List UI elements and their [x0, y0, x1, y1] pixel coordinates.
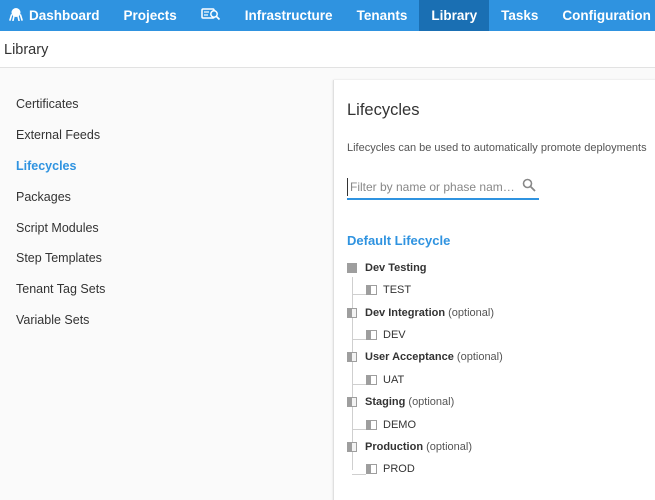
environment-prod: PROD [383, 463, 415, 475]
environment-icon [366, 375, 377, 385]
phase-icon [347, 263, 357, 273]
tree-branch-line [352, 429, 366, 430]
nav-tasks[interactable]: Tasks [489, 0, 550, 31]
tree-branch-line [352, 294, 366, 295]
optional-tag: (optional) [426, 441, 472, 453]
lifecycle-phase-tree: Dev Testing TEST Dev Integration (option… [334, 80, 655, 500]
environment-dev: DEV [383, 329, 406, 341]
sidebar-item-script-modules[interactable]: Script Modules [16, 221, 99, 235]
octopus-logo-icon [9, 7, 23, 24]
optional-tag: (optional) [408, 396, 455, 408]
phase-name: Production [365, 441, 424, 453]
phase-name: Dev Integration [365, 307, 446, 319]
lifecycles-panel: Lifecycles Lifecycles can be used to aut… [333, 80, 655, 500]
nav-configuration[interactable]: Configuration [550, 0, 655, 31]
environment-icon [366, 464, 377, 474]
nav-projects[interactable]: Projects [112, 0, 189, 31]
library-sidebar: Certificates External Feeds Lifecycles P… [0, 68, 332, 500]
nav-dashboard-label: Dashboard [29, 8, 100, 23]
page-header: Library [0, 31, 655, 68]
phase-name: Dev Testing [365, 262, 427, 274]
sidebar-item-tenant-tag-sets[interactable]: Tenant Tag Sets [16, 282, 105, 296]
phase-staging: Staging (optional) [365, 396, 454, 408]
sidebar-item-external-feeds[interactable]: External Feeds [16, 128, 100, 142]
environment-test: TEST [383, 284, 412, 296]
tree-branch-line [352, 384, 366, 385]
phase-user-acceptance: User Acceptance (optional) [365, 351, 503, 363]
nav-tenants[interactable]: Tenants [345, 0, 420, 31]
phase-icon [347, 397, 357, 407]
phase-dev-testing: Dev Testing [365, 262, 427, 274]
machines-search-icon [201, 7, 221, 24]
nav-infrastructure[interactable]: Infrastructure [233, 0, 345, 31]
phase-dev-integration: Dev Integration (optional) [365, 307, 494, 319]
sidebar-item-variable-sets[interactable]: Variable Sets [16, 313, 89, 327]
phase-icon [347, 352, 357, 362]
environment-icon [366, 420, 377, 430]
environment-icon [366, 285, 377, 295]
sidebar-item-packages[interactable]: Packages [16, 190, 71, 204]
top-navigation: Dashboard Projects Infrastructure Tenant… [0, 0, 655, 31]
page-title: Library [4, 42, 49, 58]
nav-library[interactable]: Library [419, 0, 490, 31]
optional-tag: (optional) [448, 307, 494, 319]
phase-name: User Acceptance [365, 351, 454, 363]
phase-icon [347, 308, 357, 318]
tree-branch-line [352, 339, 366, 340]
phase-icon [347, 442, 357, 452]
sidebar-item-certificates[interactable]: Certificates [16, 97, 79, 111]
phase-name: Staging [365, 396, 406, 408]
sidebar-item-step-templates[interactable]: Step Templates [16, 251, 102, 265]
environment-icon [366, 330, 377, 340]
nav-dashboard[interactable]: Dashboard [0, 0, 112, 31]
optional-tag: (optional) [456, 351, 503, 363]
tree-branch-line [352, 474, 366, 475]
environment-uat: UAT [383, 374, 405, 386]
nav-machines[interactable] [189, 0, 233, 31]
environment-demo: DEMO [383, 419, 416, 431]
sidebar-item-lifecycles[interactable]: Lifecycles [16, 159, 76, 173]
phase-production: Production (optional) [365, 441, 472, 453]
